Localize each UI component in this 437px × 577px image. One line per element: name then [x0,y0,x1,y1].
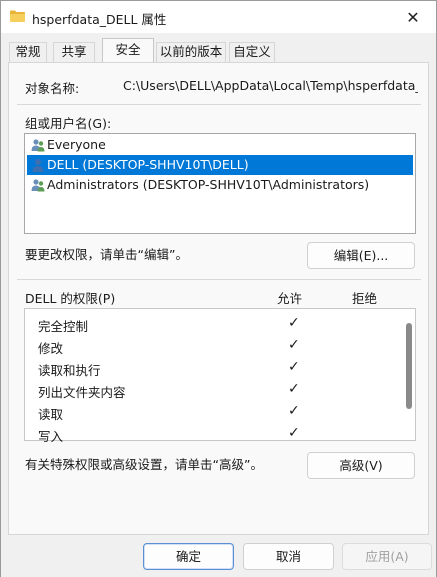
permission-row: 修改 ✓ [25,335,400,357]
user-name: DELL (DESKTOP-SHHV10T\DELL) [47,157,249,172]
close-icon: ✕ [406,7,420,27]
allow-check-icon: ✓ [288,337,300,353]
change-permissions-hint: 要更改权限，请单击“编辑”。 [25,247,188,262]
window-title: hsperfdata_DELL 属性 [32,12,167,27]
allow-check-icon: ✓ [288,425,300,441]
permission-name: 修改 [38,341,64,356]
deny-column-header: 拒绝 [352,291,378,306]
tab-general[interactable]: 常规 [9,42,47,62]
separator [17,279,421,280]
allow-check-icon: ✓ [288,403,300,419]
permission-name: 读取 [38,407,64,422]
advanced-hint: 有关特殊权限或高级设置，请单击“高级”。 [25,457,263,472]
permission-name: 列出文件夹内容 [38,385,126,400]
users-group-icon [31,139,45,152]
scrollbar-thumb[interactable] [406,323,412,409]
advanced-button[interactable]: 高级(V) [307,452,415,479]
group-users-label: 组或用户名(G): [25,116,112,131]
separator [17,104,421,105]
list-item-dell[interactable]: DELL (DESKTOP-SHHV10T\DELL) [27,155,413,175]
permission-row: 读取 ✓ [25,401,400,423]
permission-row: 写入 ✓ [25,423,400,445]
properties-window: hsperfdata_DELL 属性 ✕ 常规 共享 安全 以前的版本 自定义 … [0,0,437,577]
allow-check-icon: ✓ [288,315,300,331]
folder-icon [10,10,25,22]
allow-check-icon: ✓ [288,381,300,397]
users-list[interactable]: Everyone DELL (DESKTOP-SHHV10T\DELL) Adm… [24,133,416,234]
close-button[interactable]: ✕ [390,1,436,33]
user-name: Administrators (DESKTOP-SHHV10T\Administ… [47,177,370,192]
permissions-list[interactable]: 完全控制 ✓ 修改 ✓ 读取和执行 ✓ 列出文件夹内容 ✓ 读取 ✓ 写入 ✓ [24,308,416,444]
apply-button[interactable]: 应用(A) [342,543,432,570]
ok-button[interactable]: 确定 [143,543,234,570]
permission-name: 写入 [38,429,64,444]
title-bar: hsperfdata_DELL 属性 ✕ [1,1,436,33]
permissions-header: DELL 的权限(P) [25,291,116,306]
edit-button[interactable]: 编辑(E)... [307,242,415,269]
user-name: Everyone [47,137,106,152]
tab-previous-versions[interactable]: 以前的版本 [156,42,226,62]
tab-sharing[interactable]: 共享 [53,42,95,62]
users-group-icon [31,179,45,192]
permission-name: 完全控制 [38,319,89,334]
tab-strip: 常规 共享 安全 以前的版本 自定义 [1,33,436,63]
list-item-administrators[interactable]: Administrators (DESKTOP-SHHV10T\Administ… [27,175,413,195]
permission-name: 读取和执行 [38,363,101,378]
allow-check-icon: ✓ [288,359,300,375]
cancel-button[interactable]: 取消 [243,543,334,570]
object-name-value: C:\Users\DELL\AppData\Local\Temp\hsperfd… [123,78,418,93]
tab-security[interactable]: 安全 [102,38,154,63]
user-icon [32,159,44,172]
tab-customize[interactable]: 自定义 [229,42,275,62]
allow-column-header: 允许 [277,291,303,306]
permission-row: 读取和执行 ✓ [25,357,400,379]
permission-row: 完全控制 ✓ [25,313,400,335]
dialog-footer: 确定 取消 应用(A) [1,537,436,577]
permission-row: 列出文件夹内容 ✓ [25,379,400,401]
object-name-label: 对象名称: [25,81,80,96]
list-item-everyone[interactable]: Everyone [27,135,413,155]
